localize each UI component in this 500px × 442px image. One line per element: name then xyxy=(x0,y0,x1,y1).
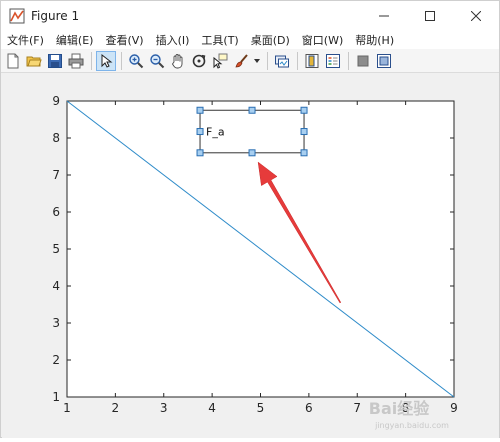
print-icon xyxy=(68,53,84,68)
edit-plot-pointer-icon xyxy=(101,53,113,68)
menu-bar: 文件(F) 编辑(E) 查看(V) 插入(I) 工具(T) 桌面(D) 窗口(W… xyxy=(1,31,499,49)
figure-canvas[interactable]: 1 2 3 4 5 6 7 8 9 1 2 3 4 5 6 7 8 9 F_a Bai经验 jingyan.baidu.… xyxy=(2,74,499,438)
menu-edit[interactable]: 编辑(E) xyxy=(50,32,100,48)
y-tick-label: 4 xyxy=(52,279,60,293)
y-tick-label: 3 xyxy=(52,316,60,330)
zoom-out-button[interactable] xyxy=(147,51,167,71)
data-cursor-icon xyxy=(213,53,228,69)
toolbar-separator xyxy=(297,51,298,70)
insert-legend-icon xyxy=(326,53,340,68)
brush-icon xyxy=(235,53,248,67)
minimize-button[interactable] xyxy=(361,1,407,31)
x-tick-label: 7 xyxy=(353,401,361,415)
new-figure-button[interactable] xyxy=(3,51,23,71)
insert-colorbar-button[interactable] xyxy=(302,51,322,71)
save-button[interactable] xyxy=(45,51,65,71)
selection-handle[interactable] xyxy=(300,106,308,114)
selection-handle[interactable] xyxy=(196,128,204,136)
textbox-annotation-text: F_a xyxy=(206,126,225,139)
menu-help[interactable]: 帮助(H) xyxy=(349,32,400,48)
link-plot-button[interactable] xyxy=(272,51,292,71)
insert-colorbar-icon xyxy=(305,53,319,68)
pan-hand-icon xyxy=(171,53,183,68)
baidu-watermark: Bai经验 xyxy=(369,399,430,418)
x-tick-label: 4 xyxy=(208,401,216,415)
plot-svg[interactable]: 1 2 3 4 5 6 7 8 9123456789F_aBai经验jingyan.baidu.… xyxy=(2,74,499,438)
menu-desktop[interactable]: 桌面(D) xyxy=(245,32,296,48)
y-tick-label: 8 xyxy=(52,131,60,145)
selection-handle[interactable] xyxy=(196,106,204,114)
menu-window[interactable]: 窗口(W) xyxy=(296,32,349,48)
y-tick-label: 9 xyxy=(52,94,60,108)
link-plot-icon xyxy=(275,55,289,67)
x-tick-label: 6 xyxy=(305,401,313,415)
zoom-in-button[interactable] xyxy=(126,51,146,71)
y-tick-label: 1 xyxy=(52,390,60,404)
y-tick-label: 2 xyxy=(52,353,60,367)
y-tick-label: 5 xyxy=(52,242,60,256)
toolbar-separator xyxy=(267,51,268,70)
toolbar-separator xyxy=(121,51,122,70)
figure-toolbar xyxy=(1,49,499,73)
rotate-3d-icon xyxy=(192,54,206,67)
zoom-out-icon xyxy=(150,53,165,68)
open-file-button[interactable] xyxy=(24,51,44,71)
window-title: Figure 1 xyxy=(31,9,80,23)
x-tick-label: 2 xyxy=(112,401,120,415)
edit-plot-button[interactable] xyxy=(96,50,116,71)
data-cursor-button[interactable] xyxy=(210,51,230,71)
x-tick-label: 9 xyxy=(450,401,458,415)
insert-legend-button[interactable] xyxy=(323,51,343,71)
toolbar-separator xyxy=(91,51,92,70)
rotate-3d-button[interactable] xyxy=(189,51,209,71)
zoom-in-icon xyxy=(129,53,144,68)
figure-window: Figure 1 文件(F) 编辑(E) 查看(V) 插入(I) 工具(T) 桌… xyxy=(0,0,500,438)
show-plot-tools-button[interactable] xyxy=(374,51,394,71)
title-bar[interactable]: Figure 1 xyxy=(1,1,499,31)
brush-button[interactable] xyxy=(231,51,251,71)
brush-dropdown-button[interactable] xyxy=(252,51,262,71)
x-tick-label: 3 xyxy=(160,401,168,415)
menu-insert[interactable]: 插入(I) xyxy=(150,32,196,48)
y-tick-label: 7 xyxy=(52,168,60,182)
matlab-figure-icon xyxy=(9,8,25,24)
print-button[interactable] xyxy=(66,51,86,71)
show-plot-tools-icon xyxy=(377,53,391,68)
chevron-down-icon xyxy=(254,58,260,63)
x-tick-label: 1 xyxy=(63,401,71,415)
menu-file[interactable]: 文件(F) xyxy=(1,32,50,48)
close-icon xyxy=(471,11,481,21)
pan-button[interactable] xyxy=(168,51,188,71)
selection-handle[interactable] xyxy=(300,128,308,136)
x-tick-label: 5 xyxy=(257,401,265,415)
maximize-icon xyxy=(425,11,435,21)
close-button[interactable] xyxy=(453,1,499,31)
open-file-icon xyxy=(26,56,42,66)
toolbar-separator xyxy=(348,51,349,70)
maximize-button[interactable] xyxy=(407,1,453,31)
menu-tools[interactable]: 工具(T) xyxy=(195,32,244,48)
minimize-icon xyxy=(379,15,389,17)
save-icon xyxy=(48,53,62,68)
menu-view[interactable]: 查看(V) xyxy=(99,32,149,48)
selection-handle[interactable] xyxy=(196,149,204,157)
new-figure-icon xyxy=(7,53,19,68)
y-tick-label: 6 xyxy=(52,205,60,219)
hide-plot-tools-button[interactable] xyxy=(353,51,373,71)
baidu-watermark-sub: jingyan.baidu.com xyxy=(374,421,449,430)
selection-handle[interactable] xyxy=(248,149,256,157)
selection-handle[interactable] xyxy=(248,106,256,114)
selection-handle[interactable] xyxy=(300,149,308,157)
hide-plot-tools-icon xyxy=(357,55,369,66)
